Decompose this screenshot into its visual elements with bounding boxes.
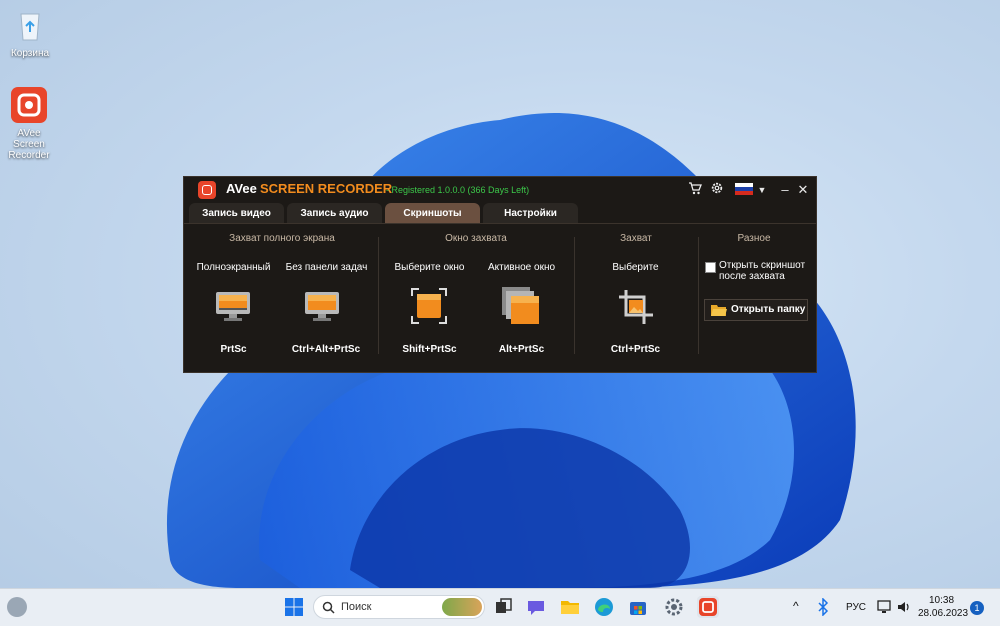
cart-icon[interactable] [687,181,703,199]
open-after-capture-checkbox[interactable] [705,262,716,273]
chat-icon[interactable] [525,596,547,618]
hotkey-select-region: Ctrl+PrtSc [610,344,661,355]
start-windows-icon[interactable] [283,596,305,618]
divider [574,237,575,354]
section-title-misc: Разное [737,233,771,244]
crop-region-icon[interactable] [618,289,654,325]
taskbar: Поиск ^ РУС 10:38 28.06.2023 1 [0,588,1000,626]
widgets-icon[interactable] [7,597,27,617]
option-label-select-window: Выберите окно [394,262,465,273]
divider [378,237,379,354]
chevron-down-icon[interactable]: ▼ [757,181,767,199]
recycle-bin-icon [11,6,49,44]
language-flag-icon[interactable] [735,183,753,195]
divider [698,237,699,354]
hotkey-no-taskbar: Ctrl+Alt+PrtSc [291,344,361,355]
title-bar[interactable]: AVee SCREEN RECORDER - Registered 1.0.0.… [184,177,816,203]
hotkey-active-window: Alt+PrtSc [498,344,545,355]
app-name: AVee [226,181,257,196]
section-title-capture: Захват [620,233,652,244]
search-highlight-image [442,598,482,616]
tab-audio-recording[interactable]: Запись аудио [287,203,382,224]
section-title-fullscreen: Захват полного экрана [229,233,335,244]
clock-time[interactable]: 10:38 [929,595,954,606]
active-window-icon[interactable] [501,286,541,326]
tab-screenshots[interactable]: Скриншоты [385,203,480,224]
language-indicator[interactable]: РУС [846,602,866,613]
clock-date[interactable]: 28.06.2023 [918,608,968,619]
bluetooth-icon[interactable] [816,597,830,617]
task-view-icon[interactable] [492,596,514,618]
open-folder-label: Открыть папку [731,304,806,315]
open-after-capture-label[interactable]: Открыть скриншот после захвата [719,260,814,282]
tab-video-recording[interactable]: Запись видео [189,203,284,224]
edge-browser-icon[interactable] [593,596,615,618]
desktop-icon-label: AVee Screen Recorder [8,128,50,161]
avee-app-icon [10,86,48,124]
app-window: AVee SCREEN RECORDER - Registered 1.0.0.… [183,176,817,373]
tab-underline [184,223,816,224]
store-icon[interactable] [627,596,649,618]
section-title-window: Окно захвата [445,233,507,244]
option-label-fullscreen: Полноэкранный [196,262,271,273]
open-folder-button[interactable]: Открыть папку [704,299,808,321]
settings-icon[interactable] [663,596,685,618]
monitor-no-taskbar-icon[interactable] [304,291,340,323]
app-logo-icon [198,181,216,199]
settings-gear-icon[interactable] [709,181,725,199]
search-placeholder: Поиск [341,601,372,613]
network-icon[interactable] [876,599,892,615]
desktop-icon-label: Корзина [10,48,50,59]
close-button[interactable]: ✕ [796,181,810,199]
option-label-no-taskbar: Без панели задач [285,262,368,273]
avee-taskbar-icon[interactable] [697,596,719,618]
registration-status: - Registered 1.0.0.0 (366 Days Left) [386,185,530,195]
option-label-active-window: Активное окно [487,262,556,273]
hotkey-select-window: Shift+PrtSc [402,344,457,355]
chevron-up-icon[interactable]: ^ [793,599,799,613]
option-label-select-region: Выберите [612,262,659,273]
search-icon [322,601,335,614]
hotkey-fullscreen: PrtSc [220,344,247,355]
monitor-icon[interactable] [215,291,251,323]
notification-badge[interactable]: 1 [970,601,984,615]
select-window-icon[interactable] [410,287,448,325]
desktop-icon-recycle-bin[interactable]: Корзина [0,6,60,59]
volume-icon[interactable] [896,599,912,615]
desktop-icon-avee[interactable]: AVee Screen Recorder [0,86,59,161]
tab-settings[interactable]: Настройки [483,203,578,224]
minimize-button[interactable]: – [778,181,792,199]
file-explorer-icon[interactable] [559,596,581,618]
app-name-highlight: SCREEN RECORDER [260,181,393,196]
folder-icon [711,305,727,316]
taskbar-search-box[interactable]: Поиск [313,595,485,619]
